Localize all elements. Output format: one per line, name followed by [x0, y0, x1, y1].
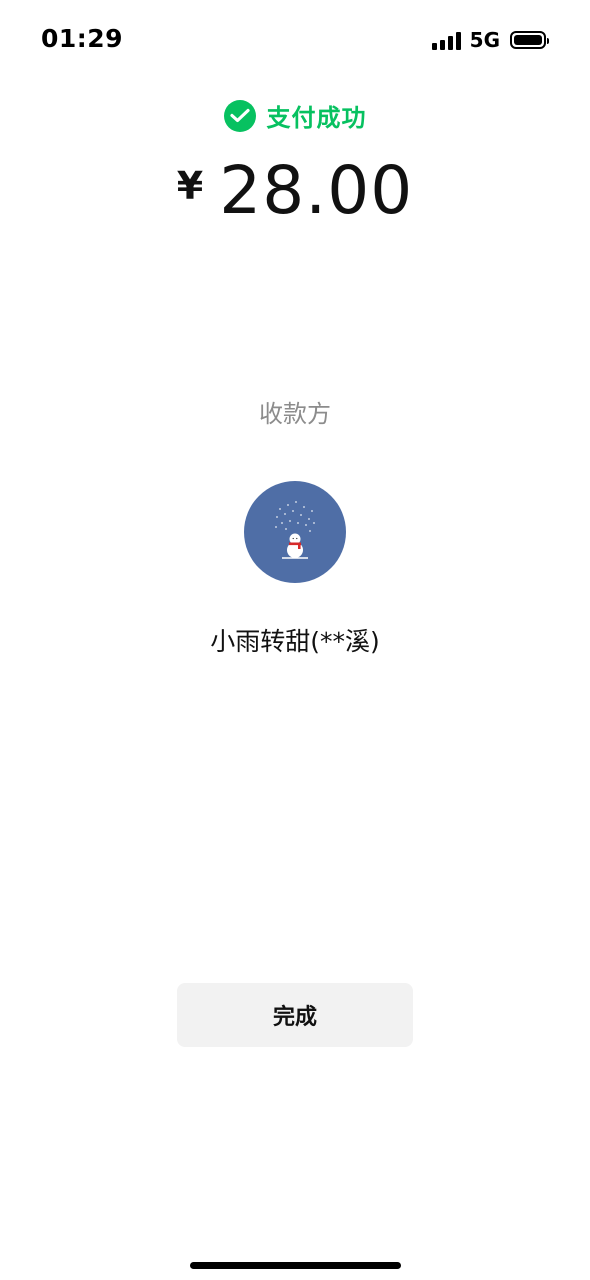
snowman-avatar-icon	[275, 501, 315, 559]
status-indicators: 5G	[431, 28, 549, 52]
payment-success-text: 支付成功	[266, 104, 367, 132]
signal-bars-icon	[431, 30, 461, 50]
wechat-pay-icon	[223, 99, 256, 132]
payment-status: 支付成功	[0, 98, 590, 133]
currency-symbol: ¥	[176, 164, 204, 208]
status-time: 01:29	[41, 24, 124, 53]
battery-icon	[510, 31, 549, 49]
payee-name: 小雨转甜(**溪)	[210, 627, 380, 656]
amount-value: 28.00	[219, 152, 414, 229]
done-button[interactable]: 完成	[177, 983, 413, 1047]
payee-label: 收款方	[259, 400, 331, 428]
status-bar: 01:29 5G	[0, 0, 590, 80]
payee-avatar	[244, 481, 346, 583]
home-indicator[interactable]	[190, 1262, 401, 1269]
network-type: 5G	[469, 28, 500, 52]
payment-amount: ¥ 28.00	[0, 152, 590, 229]
